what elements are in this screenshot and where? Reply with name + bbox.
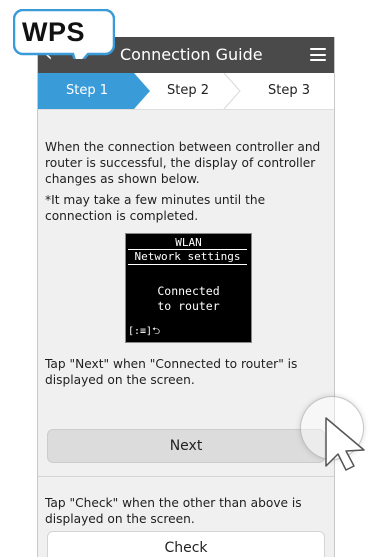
lcd-connected: Connected: [157, 284, 220, 298]
step-3: Step 3: [267, 83, 310, 98]
note-text: *It may take a few minutes until the con…: [45, 193, 266, 223]
hamburger-menu-icon[interactable]: [310, 48, 326, 61]
step-indicator: Step 1 Step 2 Step 3: [38, 73, 334, 110]
lcd-wlan-label: WLAN: [175, 236, 202, 249]
section-divider: [38, 476, 334, 477]
check-button[interactable]: Check: [47, 531, 325, 557]
lcd-menu-return-icons: [:≡]⮌: [128, 326, 161, 337]
pointer-cursor-icon: [325, 417, 365, 471]
check-instruction: Tap "Check" when the other than above is…: [45, 496, 302, 526]
wps-badge-label: WPS: [22, 17, 86, 47]
next-instruction: Tap "Next" when "Connected to router" is…: [45, 357, 298, 387]
step2-separator: [223, 73, 241, 109]
controller-display-image: WLAN Network settings Connected to route…: [125, 233, 252, 343]
intro-text: When the connection between controller a…: [45, 140, 321, 186]
page-title: Connection Guide: [120, 45, 263, 64]
step-1: Step 1: [65, 83, 108, 98]
next-button[interactable]: Next: [47, 429, 325, 463]
step-2: Step 2: [166, 83, 209, 98]
lcd-network-settings: Network settings: [128, 249, 247, 265]
lcd-to-router: to router: [157, 299, 220, 313]
app-screen: ‹ Connection Guide Step 1 Step 2 Step 3 …: [37, 37, 335, 557]
